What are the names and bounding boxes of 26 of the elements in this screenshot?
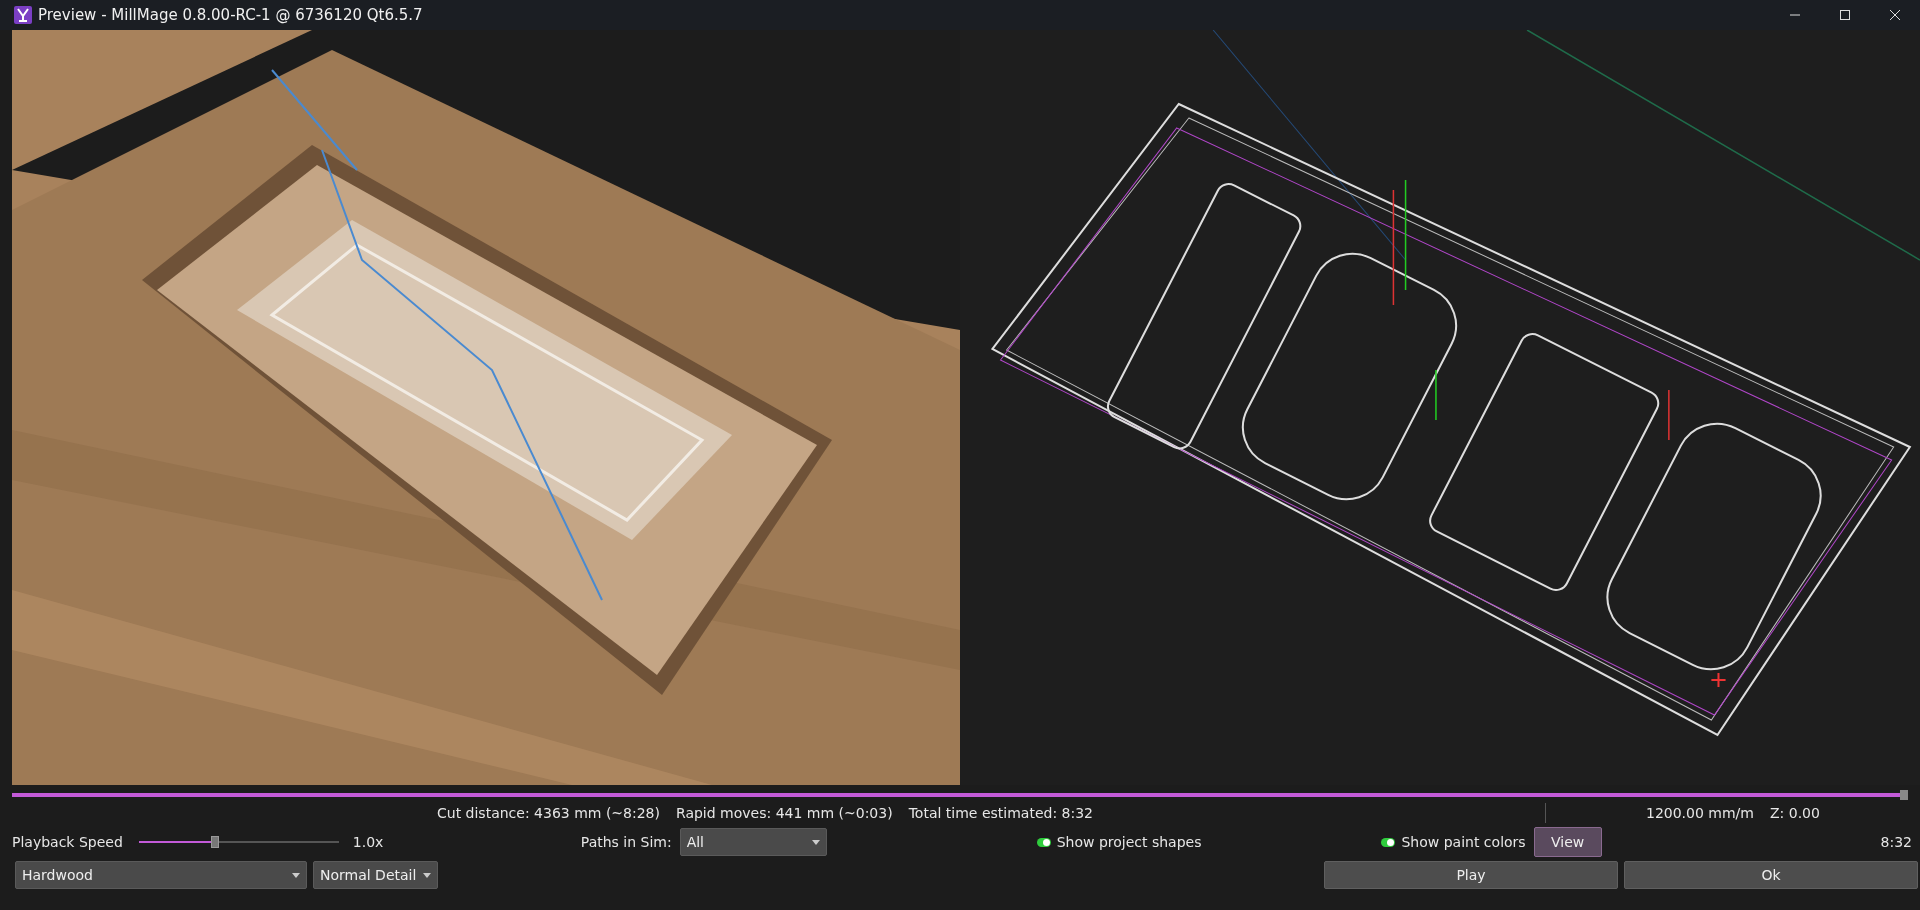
- paths-dropdown[interactable]: All: [679, 828, 827, 856]
- paths-label: Paths in Sim:: [580, 834, 672, 850]
- maximize-icon[interactable]: [1839, 9, 1851, 21]
- time-label: 8:32: [1880, 834, 1912, 850]
- playback-speed-label: Playback Speed: [12, 834, 123, 850]
- material-dropdown[interactable]: Hardwood: [15, 861, 307, 889]
- detail-dropdown[interactable]: Normal Detail: [313, 861, 438, 889]
- caret-icon: [811, 839, 820, 845]
- stat-text: Rapid moves: 441 mm (~0:03): [676, 804, 893, 821]
- speed-reading: 1.0x: [352, 834, 385, 850]
- feed-rate: 1200.00 mm/m: [1646, 804, 1754, 821]
- toggle-switch[interactable]: Show project shapes: [1036, 834, 1202, 850]
- caret-icon: [292, 872, 300, 878]
- timeline-handle[interactable]: [1900, 790, 1908, 800]
- stat-text: Cut distance: 4363 mm (~8:28): [437, 804, 660, 821]
- action-button[interactable]: Play: [1324, 861, 1618, 889]
- stat-text: Total time estimated: 8:32: [908, 804, 1093, 821]
- app-icon: [14, 6, 32, 24]
- view-button[interactable]: View: [1533, 827, 1602, 857]
- close-icon[interactable]: [1889, 9, 1901, 21]
- caret-icon: [423, 872, 431, 878]
- z-position: Z: 0.00: [1769, 804, 1820, 821]
- toggle-switch[interactable]: Show paint colors: [1381, 834, 1526, 850]
- speed-slider[interactable]: [138, 835, 339, 849]
- window-title: Preview - MillMage 0.8.00-RC-1 @ 6736120 Qt6.5.7: [38, 6, 424, 24]
- action-button[interactable]: Ok: [1624, 861, 1918, 889]
